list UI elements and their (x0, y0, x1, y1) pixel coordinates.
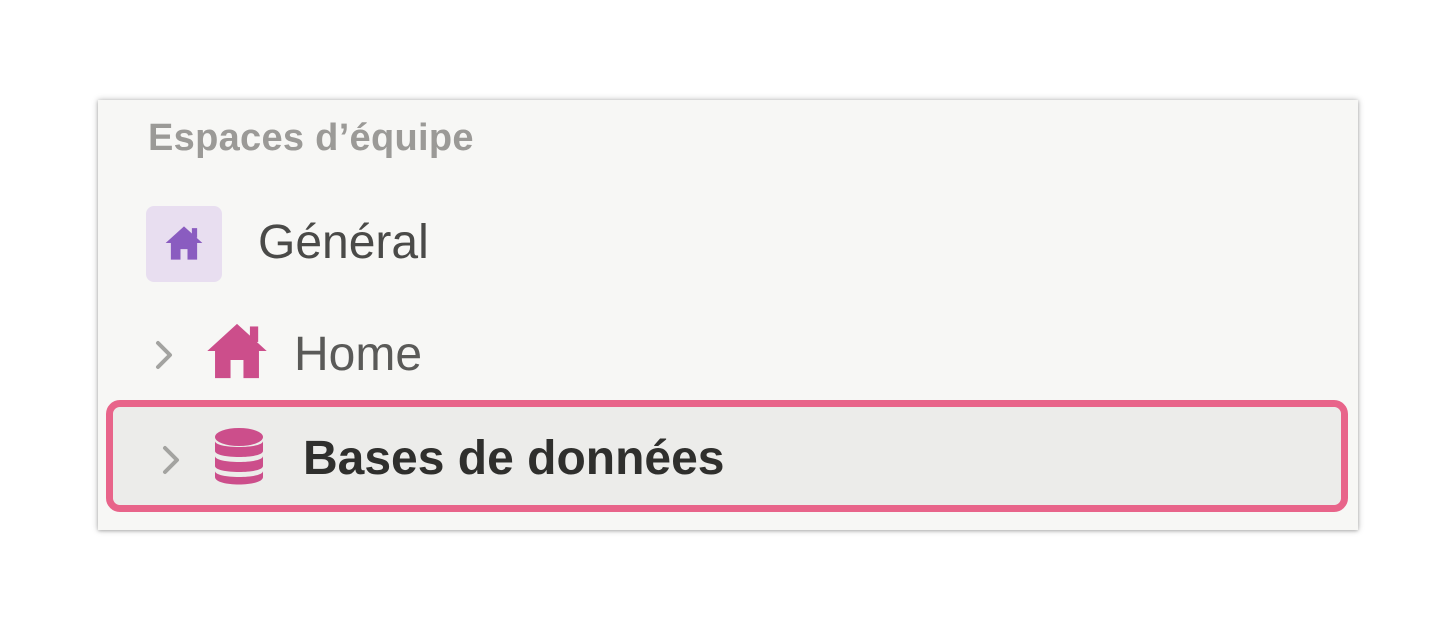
chevron-right-icon[interactable] (150, 335, 180, 375)
home-icon (146, 206, 222, 282)
sidebar-item-bases-de-donnees[interactable]: Bases de données (106, 400, 1348, 512)
sidebar-item-label: Home (294, 328, 423, 381)
sidebar-item-home[interactable]: Home (98, 302, 1358, 406)
section-title-teamspaces: Espaces d’équipe (148, 117, 474, 159)
sidebar-item-label: Bases de données (303, 432, 725, 485)
home-icon (206, 322, 268, 385)
chevron-right-icon[interactable] (157, 440, 187, 480)
sidebar-item-label: Général (258, 216, 429, 269)
sidebar-item-general[interactable]: Général (98, 192, 1358, 292)
teamspaces-sidebar-panel: Espaces d’équipe Général Home Bases de d… (98, 100, 1358, 530)
highlight-background (113, 407, 1341, 505)
database-icon (213, 427, 265, 492)
